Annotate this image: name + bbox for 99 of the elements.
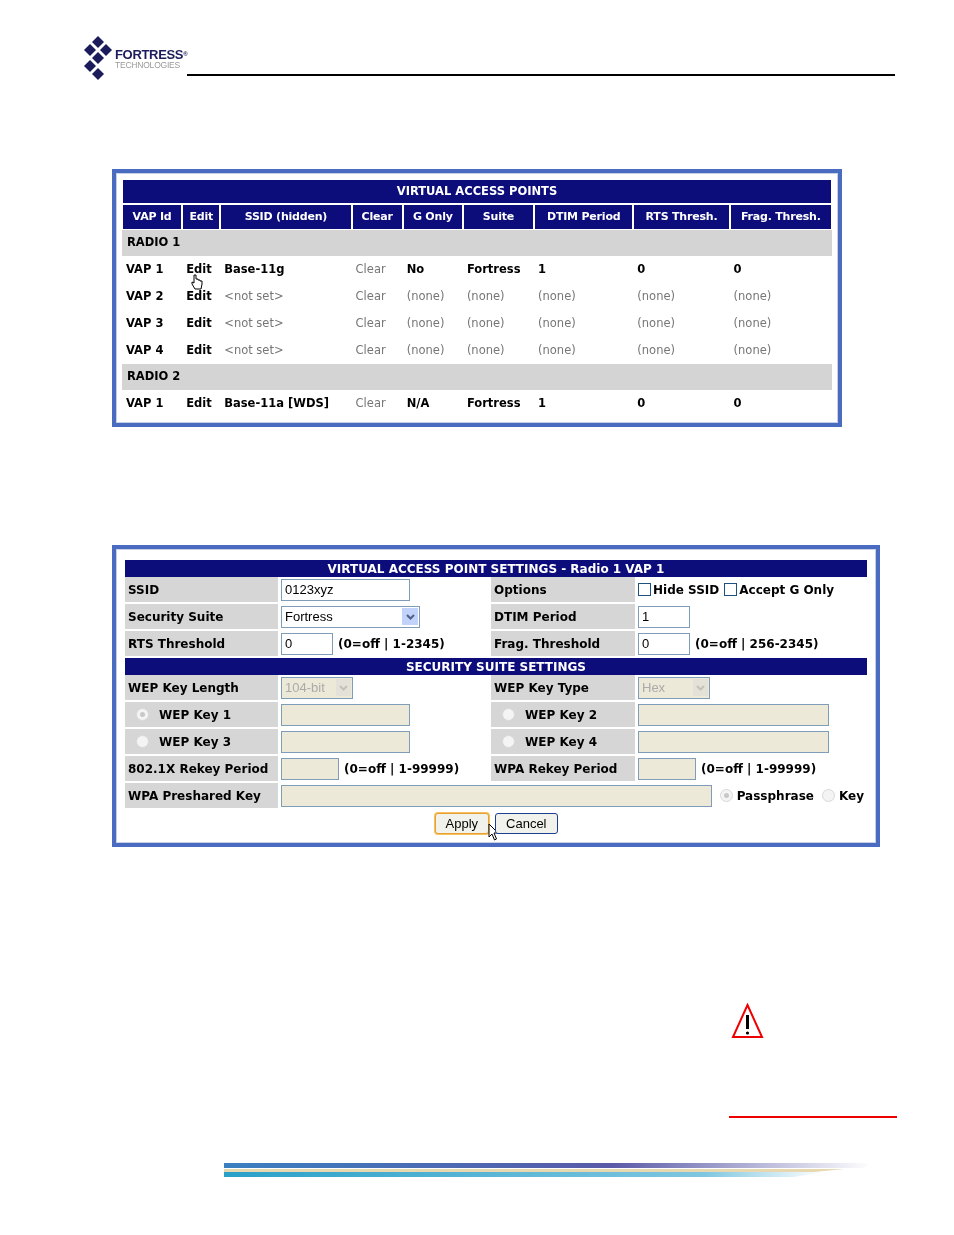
table-cell: Fortress (466, 261, 521, 276)
table-cell: (none) (637, 315, 675, 330)
table-cell: VAP 3 (126, 315, 164, 330)
table-cell: 0 (637, 261, 646, 276)
column-header: Suite (482, 210, 515, 224)
table-cell: Base-11g (224, 261, 285, 276)
number-field[interactable]: 1 (638, 605, 690, 628)
table-cell: N/A (406, 395, 430, 410)
field-label: WEP Key Type (494, 680, 589, 695)
table-cell: (none) (466, 315, 505, 330)
table-cell: (none) (538, 288, 576, 303)
field-label: WEP Key 1 (159, 706, 231, 724)
brand-name: FORTRESS$^{®}$ (115, 47, 188, 61)
column-header: G Only (412, 210, 453, 224)
range-hint: (0=off | 1-99999) (344, 760, 460, 778)
field-label: SSID (128, 582, 160, 597)
text-field[interactable]: 0123xyz (281, 578, 410, 601)
warning-icon (731, 1003, 764, 1039)
table-cell: (none) (466, 342, 505, 357)
range-hint: (0=off | 256-2345) (695, 635, 819, 653)
checkbox[interactable] (638, 583, 651, 596)
group-row: RADIO 1 (122, 230, 832, 256)
section-heading: SECURITY SUITE SETTINGS (125, 658, 867, 675)
table-cell: (none) (538, 315, 576, 330)
range-hint: (0=off | 1-2345) (338, 635, 445, 653)
table-cell: <not set> (224, 342, 284, 357)
table-cell: <not set> (224, 288, 284, 303)
table-cell: 0 (733, 261, 742, 276)
field-label: DTIM Period (494, 609, 577, 624)
edit-link[interactable]: Edit (186, 261, 212, 276)
column-header: Clear (361, 210, 393, 224)
field-label: Security Suite (128, 609, 224, 624)
table-cell: 1 (538, 395, 547, 410)
table-title: VIRTUAL ACCESS POINTS (122, 179, 832, 204)
hand-cursor-icon (191, 274, 204, 290)
table-cell: No (406, 261, 425, 276)
dropdown[interactable]: Fortress (281, 605, 420, 628)
table-cell: (none) (637, 342, 675, 357)
column-header: Frag. Thresh. (740, 210, 821, 224)
radio-label: Key (838, 787, 864, 805)
column-header: DTIM Period (546, 210, 621, 224)
range-hint: (0=off | 1-99999) (701, 760, 817, 778)
form-button[interactable]: Apply (434, 813, 490, 834)
table-cell: 0 (733, 395, 742, 410)
table-cell: Clear (355, 315, 386, 330)
table-cell: Clear (355, 395, 386, 410)
column-header: Edit (189, 210, 213, 224)
table-cell: Clear (355, 261, 386, 276)
table-cell: (none) (733, 288, 772, 303)
table-cell: VAP 4 (126, 342, 164, 357)
table-cell: (none) (406, 288, 445, 303)
table-cell: Clear (355, 288, 386, 303)
edit-link[interactable]: Edit (186, 288, 212, 303)
field-label: WEP Key 3 (159, 733, 231, 751)
table-cell: 0 (637, 395, 646, 410)
table-cell: (none) (733, 342, 772, 357)
field-label: WEP Key Length (128, 680, 239, 695)
field-label: Options (494, 582, 547, 597)
column-header: RTS Thresh. (645, 210, 718, 224)
table-cell: (none) (406, 315, 445, 330)
checkbox-label: Accept G Only (739, 581, 835, 599)
edit-link[interactable]: Edit (186, 395, 212, 410)
table-cell: VAP 1 (126, 395, 164, 410)
table-cell: <not set> (224, 315, 284, 330)
number-field[interactable]: 0 (281, 632, 333, 655)
field-label: WPA Rekey Period (494, 761, 618, 776)
edit-link[interactable]: Edit (186, 342, 212, 357)
group-row: RADIO 2 (122, 364, 832, 390)
table-cell: (none) (733, 315, 772, 330)
chevron-icon (336, 679, 351, 696)
field-label: WEP Key 4 (525, 733, 597, 751)
table-cell: VAP 1 (126, 261, 164, 276)
table-cell: Base-11a [WDS] (224, 395, 329, 410)
table-cell: 1 (538, 261, 547, 276)
table-cell: (none) (637, 288, 675, 303)
chevron-icon (693, 679, 708, 696)
column-header: SSID (hidden) (244, 210, 328, 224)
table-cell: (none) (466, 288, 505, 303)
brand-tagline: TECHNOLOGIES (115, 60, 181, 69)
table-cell: Fortress (466, 395, 521, 410)
edit-link[interactable]: Edit (186, 315, 212, 330)
field-label: RTS Threshold (128, 636, 226, 651)
logo-icon (82, 36, 114, 80)
table-cell: (none) (406, 342, 445, 357)
field-label: WEP Key 2 (525, 706, 597, 724)
table-cell: Clear (355, 342, 386, 357)
field-label: WPA Preshared Key (128, 788, 261, 803)
field-label: Frag. Threshold (494, 636, 601, 651)
form-button[interactable]: Cancel (495, 813, 558, 834)
checkbox-label: Hide SSID (653, 581, 720, 599)
chevron-icon (402, 608, 418, 625)
radio-label: Passphrase (736, 787, 814, 805)
section-heading: VIRTUAL ACCESS POINT SETTINGS - Radio 1 VAP 1 (125, 560, 867, 577)
table-cell: VAP 2 (126, 288, 164, 303)
number-field[interactable]: 0 (638, 632, 690, 655)
field-label: 802.1X Rekey Period (128, 761, 269, 776)
column-header: VAP Id (132, 210, 172, 224)
table-cell: (none) (538, 342, 576, 357)
checkbox[interactable] (724, 583, 738, 596)
